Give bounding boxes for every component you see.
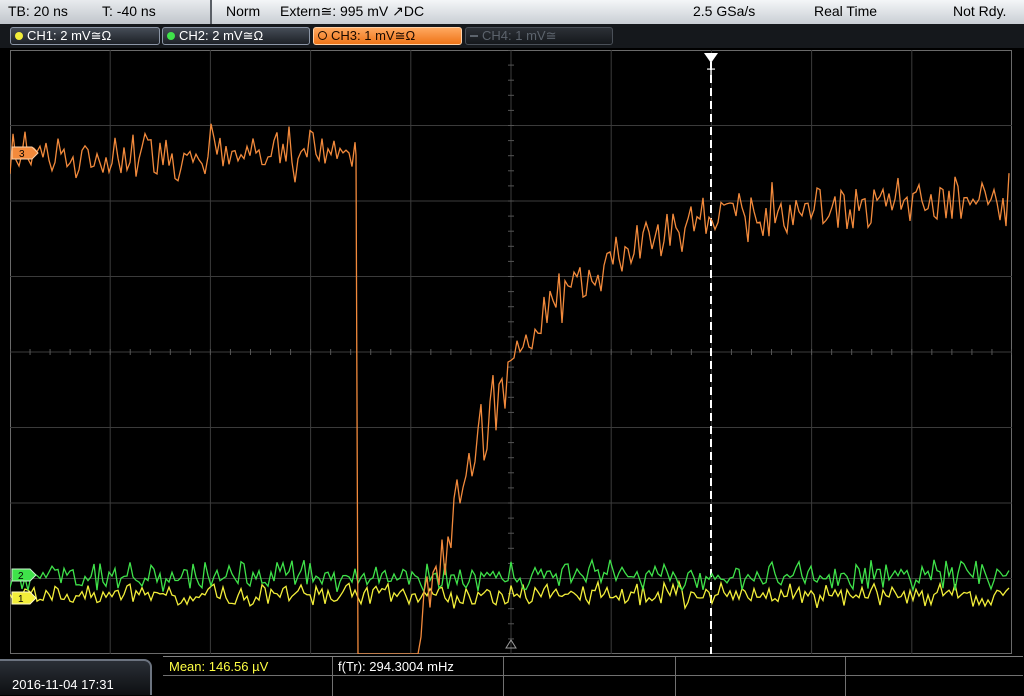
timebase-readout[interactable]: TB: 20 ns bbox=[8, 3, 68, 19]
svg-text:2: 2 bbox=[18, 571, 24, 582]
trigger-time-readout[interactable]: T: -40 ns bbox=[102, 3, 156, 19]
trigger-mode-readout[interactable]: Norm bbox=[226, 3, 260, 19]
channel-3-label: CH3: 1 mV≅Ω bbox=[331, 28, 416, 43]
channel-1-dot-icon bbox=[15, 32, 23, 40]
datetime-label: 2016-11-04 17:31 bbox=[12, 677, 114, 692]
channel-4-label: CH4: 1 mV≅ bbox=[482, 28, 557, 43]
trigger-source-readout[interactable]: Extern≅: 995 mV ↗DC bbox=[280, 3, 424, 20]
measurement-cell-4[interactable] bbox=[676, 657, 846, 676]
channel-2-dot-icon bbox=[167, 32, 175, 40]
acquisition-status: Not Rdy. bbox=[953, 3, 1007, 19]
timebase-box[interactable]: TB: 20 ns T: -40 ns bbox=[0, 0, 212, 24]
channel-4-button[interactable]: CH4: 1 mV≅ bbox=[465, 27, 613, 45]
channel-4-off-icon bbox=[470, 35, 478, 37]
measurement-cell-9[interactable] bbox=[676, 676, 846, 696]
waveform-display[interactable]: T 3 2 1 bbox=[10, 50, 1012, 654]
channel-1-button[interactable]: CH1: 2 mV≅Ω bbox=[10, 27, 160, 45]
datetime-box: 2016-11-04 17:31 bbox=[0, 659, 152, 695]
measurement-cell-6[interactable] bbox=[163, 676, 333, 696]
channel-2-button[interactable]: CH2: 2 mV≅Ω bbox=[162, 27, 310, 45]
measurement-cell-7[interactable] bbox=[333, 676, 504, 696]
channel-1-label: CH1: 2 mV≅Ω bbox=[27, 28, 112, 43]
svg-text:3: 3 bbox=[19, 149, 25, 160]
channel-3-button[interactable]: CH3: 1 mV≅Ω bbox=[313, 27, 462, 45]
measurement-cell-3[interactable] bbox=[504, 657, 676, 676]
measurement-cell-freq[interactable]: f(Tr): 294.3004 mHz bbox=[333, 657, 504, 676]
acquisition-mode-readout[interactable]: Real Time bbox=[814, 3, 877, 19]
trigger-marker-label: T bbox=[707, 65, 716, 81]
measurement-table: Mean: 146.56 µV f(Tr): 294.3004 mHz bbox=[163, 656, 1023, 696]
channel-2-label: CH2: 2 mV≅Ω bbox=[179, 28, 264, 43]
svg-text:1: 1 bbox=[18, 594, 24, 605]
measurement-cell-10[interactable] bbox=[846, 676, 1023, 696]
mean-readout: Mean: 146.56 µV bbox=[169, 659, 269, 674]
sample-rate-readout[interactable]: 2.5 GSa/s bbox=[693, 3, 755, 19]
channel-3-dot-icon bbox=[318, 31, 327, 40]
channel-bar: CH1: 2 mV≅Ω CH2: 2 mV≅Ω CH3: 1 mV≅Ω CH4:… bbox=[0, 24, 1024, 48]
measurement-cell-5[interactable] bbox=[846, 657, 1023, 676]
status-bar: TB: 20 ns T: -40 ns Norm Extern≅: 995 mV… bbox=[0, 0, 1024, 24]
bottom-bar: 2016-11-04 17:31 Mean: 146.56 µV f(Tr): … bbox=[0, 656, 1024, 696]
frequency-readout: f(Tr): 294.3004 mHz bbox=[338, 659, 454, 674]
measurement-cell-mean[interactable]: Mean: 146.56 µV bbox=[163, 657, 333, 676]
measurement-cell-8[interactable] bbox=[504, 676, 676, 696]
